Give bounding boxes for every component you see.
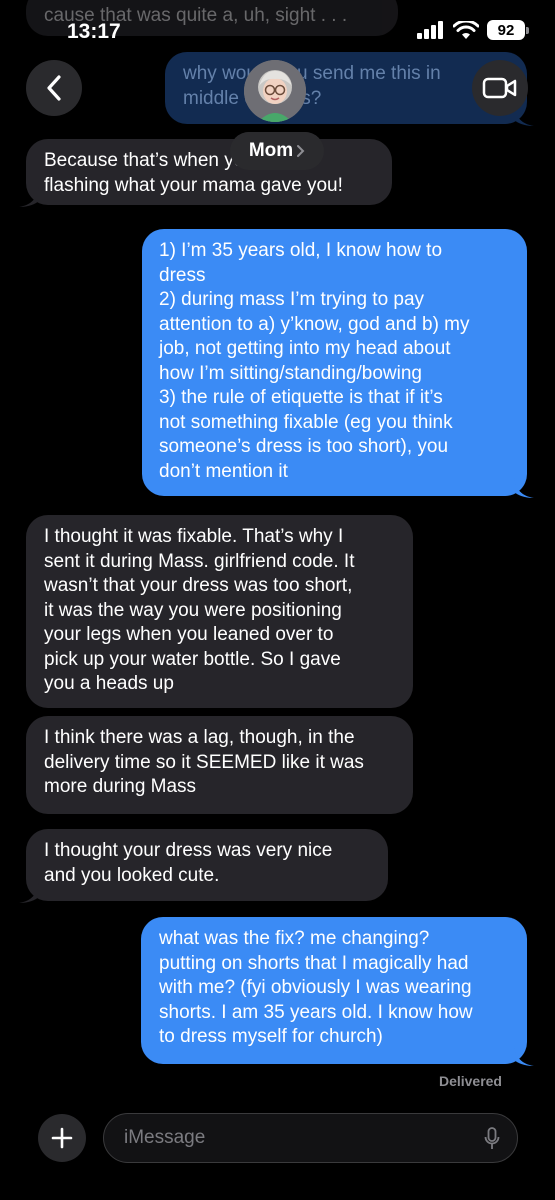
contact-name: Mom bbox=[248, 140, 294, 161]
message-line: flashing what your mama gave you! bbox=[44, 174, 343, 196]
message-line: 2) during mass I’m trying to pay bbox=[159, 289, 425, 310]
message-line: wasn’t that your dress was too short, bbox=[44, 575, 353, 596]
status-time: 13:17 bbox=[67, 20, 121, 43]
received-message-bubble[interactable]: I thought your dress was very nice and y… bbox=[19, 829, 388, 903]
battery-icon: 92 bbox=[487, 20, 529, 40]
message-line: how I’m sitting/standing/bowing bbox=[159, 362, 422, 384]
cellular-signal-icon bbox=[417, 21, 443, 39]
message-line: to dress myself for church) bbox=[159, 1026, 383, 1047]
chevron-right-icon bbox=[297, 145, 305, 157]
facetime-video-button[interactable] bbox=[472, 60, 528, 116]
wifi-icon bbox=[453, 20, 479, 39]
message-line: I thought your dress was very nice bbox=[44, 840, 333, 861]
message-line: I thought it was fixable. That’s why I bbox=[44, 526, 344, 547]
sent-message-bubble[interactable]: what was the fix? me changing? putting o… bbox=[141, 917, 534, 1066]
message-line: what was the fix? me changing? bbox=[159, 928, 430, 949]
message-line: and you looked cute. bbox=[44, 864, 220, 886]
battery-level: 92 bbox=[497, 21, 515, 39]
status-icons: 92 bbox=[417, 20, 529, 40]
message-line: more during Mass bbox=[44, 776, 197, 797]
delivery-status: Delivered bbox=[438, 1073, 502, 1089]
contact-avatar[interactable] bbox=[244, 60, 306, 122]
received-message-bubble[interactable]: I thought it was fixable. That’s why I s… bbox=[26, 515, 413, 708]
video-camera-icon bbox=[482, 77, 517, 99]
received-message-bubble[interactable]: I think there was a lag, though, in the … bbox=[26, 716, 413, 814]
message-input-placeholder: iMessage bbox=[124, 1127, 206, 1148]
message-line: not something fixable (eg you think bbox=[159, 411, 453, 433]
message-line: 3) the rule of etiquette is that if it’s bbox=[159, 387, 443, 408]
bubble-tail bbox=[514, 478, 534, 498]
message-line: I think there was a lag, though, in the bbox=[44, 727, 355, 748]
message-line: delivery time so it SEEMED like it was bbox=[44, 751, 364, 773]
contact-name-button-overlay[interactable]: Mom bbox=[230, 132, 324, 170]
bubble-tail bbox=[514, 1046, 534, 1066]
message-line: attention to a) y’know, god and b) my bbox=[159, 313, 470, 335]
message-line: you a heads up bbox=[44, 673, 174, 694]
bubble-tail bbox=[19, 187, 39, 207]
message-line: middle of mass? bbox=[183, 87, 321, 109]
message-line: your legs when you leaned over to bbox=[44, 624, 334, 645]
microphone-icon[interactable] bbox=[484, 1127, 500, 1151]
message-line: with me? (fyi obviously I was wearing bbox=[159, 977, 472, 998]
message-line: sent it during Mass. girlfriend code. It bbox=[44, 550, 355, 572]
message-line: putting on shorts that I magically had bbox=[159, 952, 469, 974]
message-line: 1) I’m 35 years old, I know how to bbox=[159, 240, 443, 261]
bubble-tail bbox=[19, 883, 39, 903]
message-line: don’t mention it bbox=[159, 460, 288, 482]
chevron-left-icon bbox=[47, 75, 61, 101]
memoji-avatar-icon bbox=[244, 60, 306, 122]
message-line: why would you send me this in bbox=[183, 63, 441, 84]
message-line: someone’s dress is too short), you bbox=[159, 436, 449, 457]
sent-message-bubble[interactable]: 1) I’m 35 years old, I know how to dress… bbox=[142, 229, 534, 498]
message-line: shorts. I am 35 years old. I know how bbox=[159, 1001, 473, 1023]
add-attachment-button[interactable] bbox=[38, 1114, 86, 1162]
message-line: dress bbox=[159, 264, 206, 286]
message-line: Because that’s when you were bbox=[44, 150, 302, 171]
back-button[interactable] bbox=[26, 60, 82, 116]
message-line: pick up your water bottle. So I gave bbox=[44, 648, 341, 670]
received-message-bubble[interactable]: Because that’s when you were flashing wh… bbox=[19, 139, 392, 207]
message-input[interactable]: iMessage bbox=[103, 1113, 518, 1163]
message-line: it was the way you were positioning bbox=[44, 599, 342, 621]
message-line: job, not getting into my head about bbox=[159, 338, 451, 359]
plus-icon bbox=[51, 1127, 73, 1149]
